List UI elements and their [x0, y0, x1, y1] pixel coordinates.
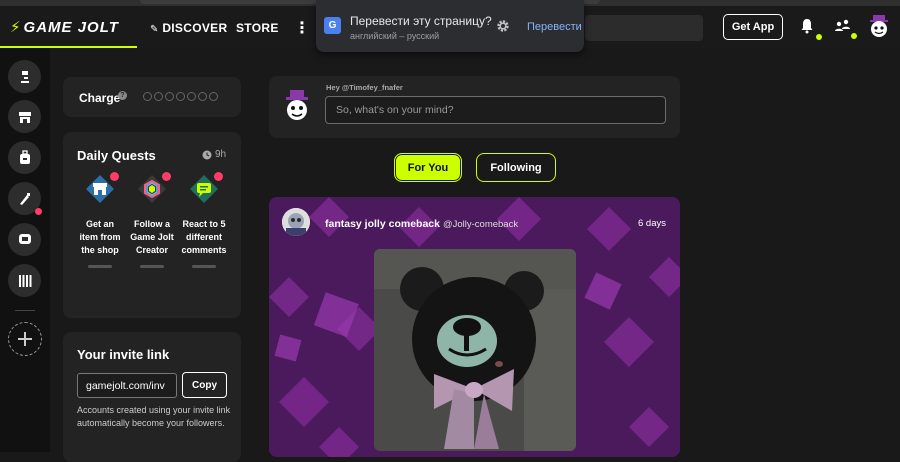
charge-orb [209, 92, 218, 101]
quest-progress-bar [140, 265, 164, 268]
friends-online-dot [851, 33, 857, 39]
quest-label: React to 5 different comments [181, 219, 227, 255]
bear-image [374, 249, 576, 451]
quest-progress-bar [88, 265, 112, 268]
quest-progress-bar [192, 265, 216, 268]
tab-for-you[interactable]: For You [394, 153, 462, 182]
notification-dot [816, 34, 822, 40]
daily-quests-title: Daily Quests [77, 148, 156, 163]
quest-new-badge [110, 172, 119, 181]
quest-new-badge [162, 172, 171, 181]
sidebar-item-leaderboard[interactable] [8, 60, 41, 93]
invite-link-field[interactable]: gamejolt.com/inv [77, 373, 177, 398]
sidebar-add-button[interactable] [8, 322, 42, 356]
quests-timer: 9h [202, 149, 226, 160]
gamejolt-logo[interactable]: ⚡ GAME JOLT [10, 18, 119, 36]
sidebar-divider [15, 310, 35, 311]
quest-label: Follow a Game Jolt Creator [130, 219, 174, 255]
copy-button[interactable]: Copy [182, 372, 227, 398]
charge-orbs [143, 92, 218, 101]
charge-label: Charge [79, 91, 121, 105]
get-app-button[interactable]: Get App [723, 14, 783, 40]
charge-card: Charge ? [63, 77, 241, 117]
plus-icon [18, 332, 32, 346]
bell-icon[interactable] [800, 18, 814, 34]
translate-popup: G Перевести эту страницу? английский – р… [316, 0, 584, 52]
backpack-icon [19, 149, 30, 164]
bolt-icon: ⚡ [10, 19, 22, 36]
community-notification-dot [35, 208, 42, 215]
invite-card: Your invite link gamejolt.com/inv Copy A… [63, 332, 241, 462]
more-menu-icon[interactable]: ⋮ [294, 18, 310, 38]
composer-input[interactable]: So, what's on your mind? [325, 96, 666, 124]
charge-orb [187, 92, 196, 101]
translate-title: Перевести эту страницу? [350, 14, 492, 28]
help-icon[interactable]: ? [118, 91, 127, 100]
sidebar-item-shop[interactable] [8, 100, 41, 133]
post-timestamp: 6 days [638, 218, 666, 229]
post-author-avatar[interactable] [282, 208, 310, 236]
google-translate-icon: G [324, 17, 341, 34]
quest-new-badge [214, 172, 223, 181]
sidebar-item-backpack[interactable] [8, 141, 41, 174]
shop-icon [18, 111, 31, 123]
quest-item[interactable]: Follow a Game Jolt Creator [129, 172, 175, 268]
quest-item[interactable]: Get an item from the shop [77, 172, 123, 268]
left-sidebar [0, 48, 50, 452]
post-handle: @Jolly-comeback [442, 219, 519, 230]
post-image[interactable] [374, 249, 576, 451]
author-avatar-image [282, 208, 310, 236]
avatar [286, 90, 308, 120]
feed-post[interactable]: fantasy jolly comeback @Jolly-comeback 6 … [269, 197, 680, 457]
quest-item[interactable]: React to 5 different comments [181, 172, 227, 268]
tab-following[interactable]: Following [476, 153, 556, 182]
sidebar-item-chat[interactable] [8, 223, 41, 256]
logo-text: GAME JOLT [23, 19, 119, 36]
translate-button[interactable]: Перевести [527, 21, 582, 33]
brush-icon [19, 192, 30, 205]
composer-greeting: Hey @Timofey_fnafer [326, 83, 403, 92]
charge-orb [198, 92, 207, 101]
discover-icon: ✎ [150, 24, 159, 35]
chat-icon [18, 233, 31, 244]
invite-description: Accounts created using your invite link … [77, 405, 231, 428]
friends-icon[interactable] [834, 18, 852, 34]
charge-orb [176, 92, 185, 101]
nav-store[interactable]: STORE [236, 21, 279, 35]
nav-discover[interactable]: ✎ DISCOVER [150, 21, 227, 35]
daily-quests-card: Daily Quests 9h Get an item from the sho… [63, 132, 241, 318]
invite-title: Your invite link [77, 347, 170, 362]
charge-orb [154, 92, 163, 101]
user-avatar[interactable] [868, 15, 890, 39]
sidebar-item-library[interactable] [8, 264, 41, 297]
quest-label: Get an item from the shop [79, 219, 121, 255]
post-composer: Hey @Timofey_fnafer So, what's on your m… [269, 76, 680, 138]
charge-orb [165, 92, 174, 101]
trophy-icon [20, 70, 29, 83]
search-input[interactable] [585, 15, 703, 41]
post-author[interactable]: fantasy jolly comeback @Jolly-comeback [325, 218, 518, 230]
charge-orb [143, 92, 152, 101]
clock-icon [202, 150, 212, 159]
translate-languages: английский – русский [350, 31, 440, 41]
gear-icon[interactable] [496, 19, 510, 33]
library-icon [18, 274, 31, 287]
